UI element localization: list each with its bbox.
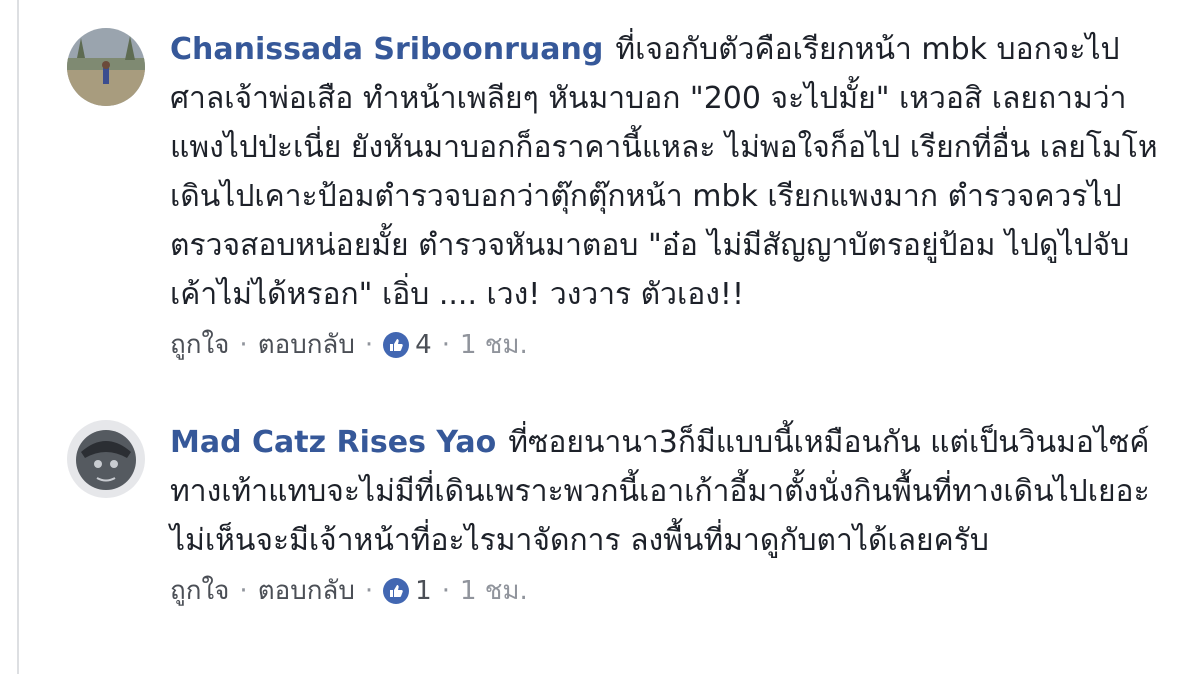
separator-dot: · xyxy=(239,576,248,606)
separator-dot: · xyxy=(239,330,248,360)
reaction-count[interactable]: 1 xyxy=(415,571,432,611)
reply-link[interactable]: ตอบกลับ xyxy=(258,325,355,365)
reply-link[interactable]: ตอบกลับ xyxy=(258,571,355,611)
separator-dot: · xyxy=(441,330,450,360)
comment-timestamp[interactable]: 1 ชม. xyxy=(460,571,528,611)
avatar[interactable] xyxy=(67,28,145,106)
comment-actions: ถูกใจ · ตอบกลับ · 1 · 1 ชม. xyxy=(170,571,1160,611)
reaction-count[interactable]: 4 xyxy=(415,325,432,365)
comment-actions: ถูกใจ · ตอบกลับ · 4 · 1 ชม. xyxy=(170,325,1160,365)
like-link[interactable]: ถูกใจ xyxy=(170,571,229,611)
comment-body: Mad Catz Rises Yao ที่ซอยนานา3ก็มีแบบนี้เ… xyxy=(170,418,1160,611)
separator-dot: · xyxy=(364,330,374,360)
like-thumb-icon[interactable] xyxy=(383,332,410,358)
comment-author[interactable]: Mad Catz Rises Yao xyxy=(170,425,496,460)
comments-panel: Chanissada Sriboonruang ที่เจอกับตัวคือเร… xyxy=(17,0,1200,674)
comment-timestamp[interactable]: 1 ชม. xyxy=(460,325,528,365)
comment-text-block: Chanissada Sriboonruang ที่เจอกับตัวคือเร… xyxy=(170,25,1160,319)
like-link[interactable]: ถูกใจ xyxy=(170,325,229,365)
avatar[interactable] xyxy=(67,420,145,498)
separator-dot: · xyxy=(441,576,450,606)
comment-body: Chanissada Sriboonruang ที่เจอกับตัวคือเร… xyxy=(170,25,1160,365)
comment-author[interactable]: Chanissada Sriboonruang xyxy=(170,32,603,67)
separator-dot: · xyxy=(364,576,374,606)
comment-text-block: Mad Catz Rises Yao ที่ซอยนานา3ก็มีแบบนี้เ… xyxy=(170,418,1160,565)
like-thumb-icon[interactable] xyxy=(383,578,410,604)
comment-text: ที่เจอกับตัวคือเรียกหน้า mbk บอกจะไปศาลเ… xyxy=(170,32,1158,312)
